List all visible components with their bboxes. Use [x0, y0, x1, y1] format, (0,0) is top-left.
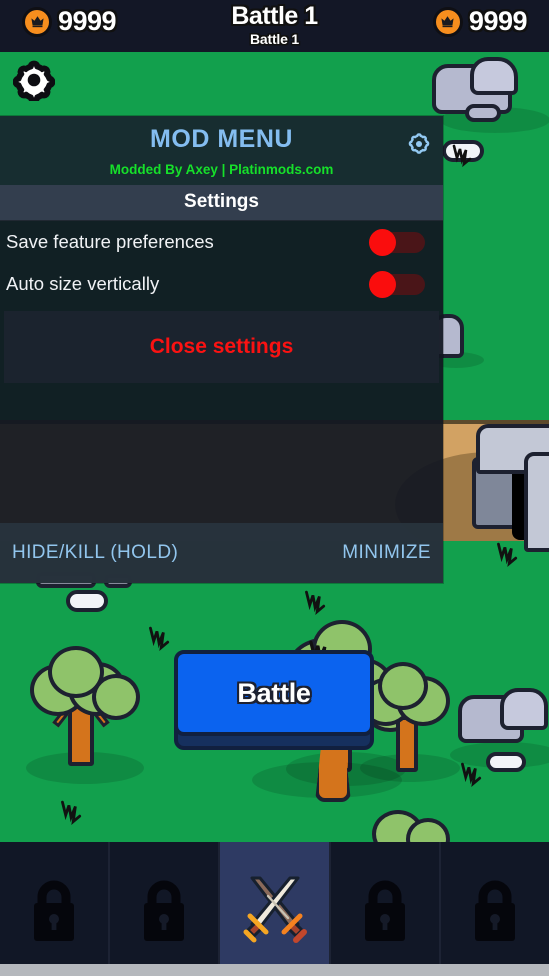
toggle-auto-size-vertically[interactable]	[369, 270, 425, 298]
toggle-save-feature-preferences[interactable]	[369, 228, 425, 256]
game-screen: Battle 9999 Battle 1 Battle 1 9999 MOD M…	[0, 0, 549, 976]
rock	[470, 57, 518, 95]
toggle-thumb	[369, 270, 396, 298]
setting-row-auto-size-vertically[interactable]: Auto size vertically	[0, 263, 443, 305]
mod-menu-tabbar[interactable]: Settings	[0, 185, 443, 221]
lock-icon	[34, 880, 75, 941]
grass-tuft	[450, 144, 472, 170]
mod-menu-title: MOD MENU	[150, 125, 293, 153]
battle-button[interactable]: Battle	[174, 650, 374, 750]
toggle-thumb	[369, 228, 396, 256]
bottom-navigation-bar	[0, 842, 549, 976]
nav-tab-locked-4[interactable]	[440, 842, 549, 976]
currency-right-amount: 9999	[468, 6, 528, 36]
tree	[24, 640, 148, 780]
crossed-swords-icon	[243, 876, 307, 943]
cave-rock	[524, 452, 549, 552]
crown-coin-icon	[432, 6, 463, 37]
system-navigation-strip	[0, 964, 549, 976]
rock	[500, 688, 548, 730]
battle-button-label: Battle	[237, 677, 311, 708]
close-settings-button[interactable]: Close settings	[4, 311, 439, 383]
setting-row-save-feature-preferences[interactable]: Save feature preferences	[0, 221, 443, 263]
gear-icon	[13, 60, 55, 101]
gear-icon	[408, 133, 430, 154]
lock-icon	[364, 880, 405, 941]
nav-tab-locked-2[interactable]	[110, 842, 221, 976]
game-settings-button[interactable]	[13, 59, 55, 101]
nav-tab-locked-1[interactable]	[0, 842, 111, 976]
mod-menu-footer: HIDE/KILL (HOLD) MINIMIZE	[0, 523, 443, 583]
mod-menu-settings-button[interactable]	[405, 130, 433, 158]
grass-tuft	[146, 626, 170, 654]
mod-menu-credit: Modded By Axey | Platinmods.com	[109, 162, 334, 177]
lock-icon	[474, 880, 515, 941]
mod-menu-panel: MOD MENU Modded By Axey | Platinmods.com…	[0, 116, 443, 583]
grass-tuft	[58, 800, 82, 828]
rock-small	[465, 104, 501, 122]
grass-tuft	[494, 542, 518, 570]
hide-kill-button[interactable]: HIDE/KILL (HOLD)	[12, 542, 178, 564]
battle-button-face: Battle	[174, 650, 374, 736]
top-hud-bar: 9999 Battle 1 Battle 1 9999	[0, 0, 549, 52]
small-cloud	[66, 590, 108, 612]
small-cloud	[486, 752, 526, 772]
lock-icon	[144, 880, 185, 941]
currency-right: 9999	[432, 6, 528, 37]
tab-settings-label: Settings	[184, 191, 259, 212]
nav-tab-battle[interactable]	[220, 842, 331, 976]
setting-label: Save feature preferences	[6, 231, 214, 252]
setting-label: Auto size vertically	[6, 273, 160, 294]
mod-menu-header: MOD MENU Modded By Axey | Platinmods.com	[0, 116, 443, 185]
nav-tab-locked-3[interactable]	[330, 842, 441, 976]
close-settings-label: Close settings	[149, 335, 294, 358]
minimize-button[interactable]: MINIMIZE	[342, 542, 431, 564]
mod-menu-body: Save feature preferences Auto size verti…	[0, 221, 443, 523]
